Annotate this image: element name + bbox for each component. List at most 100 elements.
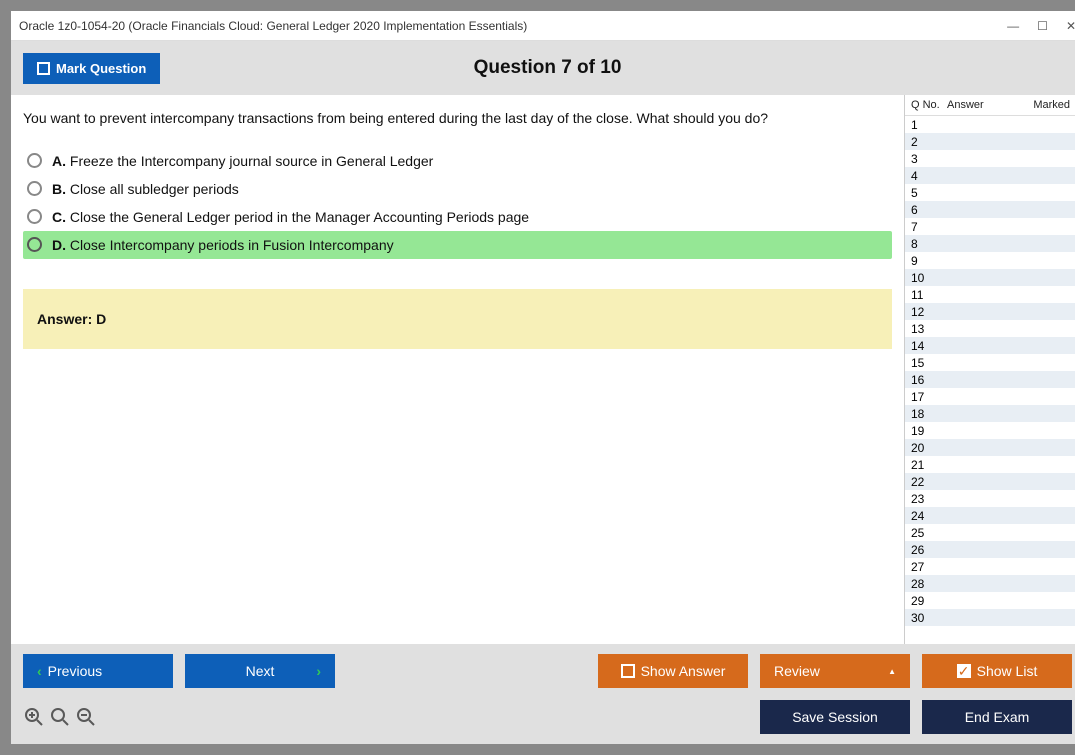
titlebar: Oracle 1z0-1054-20 (Oracle Financials Cl…	[11, 11, 1075, 41]
row-number: 24	[911, 509, 947, 523]
app-window: Oracle 1z0-1054-20 (Oracle Financials Cl…	[10, 10, 1075, 745]
footer-row-1: ‹ Previous Next › Show Answer Review ▲ ✓…	[23, 654, 1072, 688]
radio-icon	[27, 153, 42, 168]
question-list-row[interactable]: 3	[905, 150, 1075, 167]
question-list-row[interactable]: 20	[905, 439, 1075, 456]
previous-button[interactable]: ‹ Previous	[23, 654, 173, 688]
answer-option[interactable]: C. Close the General Ledger period in th…	[23, 203, 892, 231]
row-number: 21	[911, 458, 947, 472]
row-number: 4	[911, 169, 947, 183]
row-number: 6	[911, 203, 947, 217]
mark-question-button[interactable]: Mark Question	[23, 53, 160, 84]
window-title: Oracle 1z0-1054-20 (Oracle Financials Cl…	[19, 19, 527, 33]
radio-icon	[27, 237, 42, 252]
question-list-row[interactable]: 25	[905, 524, 1075, 541]
row-number: 14	[911, 339, 947, 353]
next-button[interactable]: Next ›	[185, 654, 335, 688]
row-number: 18	[911, 407, 947, 421]
question-list-row[interactable]: 29	[905, 592, 1075, 609]
minimize-icon[interactable]: —	[1007, 19, 1019, 33]
question-list-row[interactable]: 16	[905, 371, 1075, 388]
option-label: D. Close Intercompany periods in Fusion …	[52, 237, 394, 253]
maximize-icon[interactable]: ☐	[1037, 19, 1048, 33]
question-list-row[interactable]: 2	[905, 133, 1075, 150]
question-list-row[interactable]: 1	[905, 116, 1075, 133]
option-letter: D.	[52, 237, 70, 253]
question-list-rows[interactable]: 1234567891011121314151617181920212223242…	[905, 116, 1075, 644]
footer-row-2: Save Session End Exam	[23, 700, 1072, 734]
row-number: 2	[911, 135, 947, 149]
option-letter: C.	[52, 209, 70, 225]
question-list-row[interactable]: 12	[905, 303, 1075, 320]
option-text: Freeze the Intercompany journal source i…	[70, 153, 433, 169]
window-controls: — ☐ ✕	[1007, 19, 1075, 33]
answer-option[interactable]: B. Close all subledger periods	[23, 175, 892, 203]
radio-icon	[27, 209, 42, 224]
question-list-row[interactable]: 26	[905, 541, 1075, 558]
row-number: 29	[911, 594, 947, 608]
row-number: 8	[911, 237, 947, 251]
question-list-row[interactable]: 7	[905, 218, 1075, 235]
review-button[interactable]: Review ▲	[760, 654, 910, 688]
mark-question-label: Mark Question	[56, 61, 146, 76]
question-list-row[interactable]: 15	[905, 354, 1075, 371]
question-list-row[interactable]: 8	[905, 235, 1075, 252]
checkbox-icon	[37, 62, 50, 75]
question-list-row[interactable]: 14	[905, 337, 1075, 354]
option-text: Close Intercompany periods in Fusion Int…	[70, 237, 394, 253]
question-list-row[interactable]: 27	[905, 558, 1075, 575]
row-number: 10	[911, 271, 947, 285]
row-number: 11	[911, 288, 947, 302]
row-number: 27	[911, 560, 947, 574]
next-label: Next	[246, 663, 275, 679]
row-number: 3	[911, 152, 947, 166]
question-list-row[interactable]: 22	[905, 473, 1075, 490]
checkbox-icon	[621, 664, 635, 678]
zoom-reset-icon[interactable]	[49, 706, 71, 728]
row-number: 9	[911, 254, 947, 268]
option-letter: A.	[52, 153, 70, 169]
question-list-row[interactable]: 30	[905, 609, 1075, 626]
save-session-button[interactable]: Save Session	[760, 700, 910, 734]
question-list-row[interactable]: 17	[905, 388, 1075, 405]
question-list-row[interactable]: 28	[905, 575, 1075, 592]
question-list-row[interactable]: 11	[905, 286, 1075, 303]
zoom-out-icon[interactable]	[75, 706, 97, 728]
body-area: You want to prevent intercompany transac…	[11, 95, 1075, 644]
row-number: 19	[911, 424, 947, 438]
answer-option[interactable]: D. Close Intercompany periods in Fusion …	[23, 231, 892, 259]
col-header-answer: Answer	[947, 99, 1015, 111]
question-list-row[interactable]: 9	[905, 252, 1075, 269]
question-list-row[interactable]: 5	[905, 184, 1075, 201]
show-answer-label: Show Answer	[641, 663, 726, 679]
answer-option[interactable]: A. Freeze the Intercompany journal sourc…	[23, 147, 892, 175]
end-exam-button[interactable]: End Exam	[922, 700, 1072, 734]
footer: ‹ Previous Next › Show Answer Review ▲ ✓…	[11, 644, 1075, 744]
question-list-row[interactable]: 21	[905, 456, 1075, 473]
show-answer-button[interactable]: Show Answer	[598, 654, 748, 688]
row-number: 23	[911, 492, 947, 506]
question-list-row[interactable]: 24	[905, 507, 1075, 524]
row-number: 15	[911, 356, 947, 370]
question-list-row[interactable]: 19	[905, 422, 1075, 439]
question-list-row[interactable]: 10	[905, 269, 1075, 286]
option-label: A. Freeze the Intercompany journal sourc…	[52, 153, 433, 169]
zoom-controls	[23, 706, 97, 728]
question-list-row[interactable]: 13	[905, 320, 1075, 337]
zoom-in-icon[interactable]	[23, 706, 45, 728]
col-header-qno: Q No.	[911, 99, 947, 111]
show-list-button[interactable]: ✓ Show List	[922, 654, 1072, 688]
question-list-row[interactable]: 4	[905, 167, 1075, 184]
question-list-panel: Q No. Answer Marked 12345678910111213141…	[904, 95, 1075, 644]
col-header-marked: Marked	[1015, 99, 1075, 111]
question-list-row[interactable]: 18	[905, 405, 1075, 422]
header-bar: Mark Question Question 7 of 10	[11, 41, 1075, 95]
question-list-row[interactable]: 6	[905, 201, 1075, 218]
row-number: 30	[911, 611, 947, 625]
row-number: 16	[911, 373, 947, 387]
triangle-up-icon: ▲	[888, 667, 896, 676]
radio-icon	[27, 181, 42, 196]
close-icon[interactable]: ✕	[1066, 19, 1075, 33]
question-counter: Question 7 of 10	[11, 57, 1075, 79]
question-list-row[interactable]: 23	[905, 490, 1075, 507]
